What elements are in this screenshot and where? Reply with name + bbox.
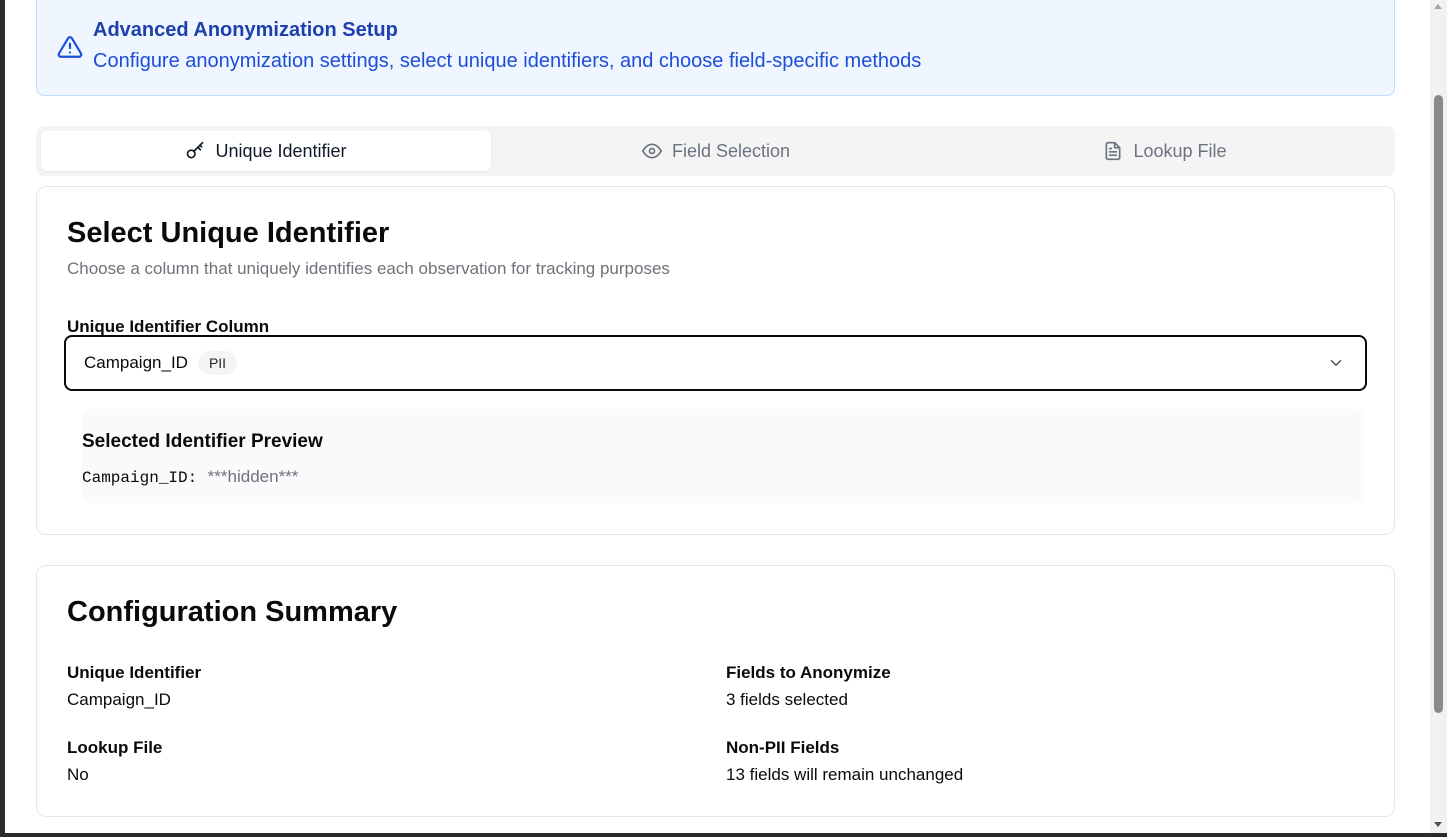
summary-label-non-pii-fields: Non-PII Fields bbox=[726, 738, 840, 757]
preview-key: Campaign_ID: bbox=[82, 469, 198, 487]
field-label: Unique Identifier Column bbox=[67, 317, 270, 336]
summary-value-lookup-file: No bbox=[67, 765, 89, 784]
unique-identifier-select[interactable]: Campaign_ID PII bbox=[64, 335, 1367, 391]
vertical-scrollbar[interactable] bbox=[1430, 0, 1447, 833]
unique-identifier-card: Select Unique Identifier Choose a column… bbox=[36, 186, 1395, 535]
tab-label: Field Selection bbox=[671, 140, 791, 161]
scroll-up-arrow-icon[interactable] bbox=[1434, 4, 1442, 9]
tab-unique-identifier[interactable]: Unique Identifier bbox=[41, 131, 491, 171]
tab-label: Lookup File bbox=[1133, 140, 1227, 161]
card-description: Choose a column that uniquely identifies… bbox=[67, 259, 670, 278]
key-icon bbox=[187, 141, 204, 159]
tab-field-selection[interactable]: Field Selection bbox=[491, 131, 941, 171]
tab-list: Unique Identifier Field Selection Lookup… bbox=[36, 126, 1395, 176]
info-alert: Advanced Anonymization Setup Configure a… bbox=[36, 0, 1395, 96]
alert-description: Configure anonymization settings, select… bbox=[93, 50, 922, 72]
summary-value-unique-identifier: Campaign_ID bbox=[67, 690, 171, 709]
identifier-preview: Selected Identifier Preview Campaign_ID:… bbox=[82, 409, 1364, 503]
scroll-down-arrow-icon[interactable] bbox=[1434, 822, 1442, 827]
preview-line: Campaign_ID: ***hidden*** bbox=[82, 467, 298, 487]
scroll-thumb[interactable] bbox=[1434, 95, 1443, 713]
summary-label-lookup-file: Lookup File bbox=[67, 738, 163, 757]
card-title: Select Unique Identifier bbox=[67, 217, 390, 249]
tab-lookup-file[interactable]: Lookup File bbox=[940, 131, 1390, 171]
summary-value-non-pii-fields: 13 fields will remain unchanged bbox=[726, 765, 964, 784]
tab-label: Unique Identifier bbox=[215, 140, 347, 161]
summary-label-unique-identifier: Unique Identifier bbox=[67, 663, 202, 682]
configuration-summary-card: Configuration Summary Unique Identifier … bbox=[36, 565, 1395, 817]
card-title: Configuration Summary bbox=[67, 596, 398, 628]
eye-icon bbox=[641, 143, 662, 159]
summary-label-fields-to-anonymize: Fields to Anonymize bbox=[726, 663, 891, 682]
chevron-down-icon bbox=[1330, 360, 1342, 366]
alert-title: Advanced Anonymization Setup bbox=[93, 19, 398, 41]
app-window: Advanced Anonymization Setup Configure a… bbox=[0, 0, 1447, 837]
summary-value-fields-to-anonymize: 3 fields selected bbox=[726, 690, 848, 709]
preview-value: ***hidden*** bbox=[207, 467, 299, 486]
pii-badge: PII bbox=[197, 351, 238, 375]
preview-title: Selected Identifier Preview bbox=[82, 431, 323, 452]
file-text-icon bbox=[1105, 141, 1121, 161]
select-value: Campaign_ID bbox=[84, 353, 188, 372]
preview-inner: Selected Identifier Preview Campaign_ID:… bbox=[82, 409, 1364, 503]
warning-triangle-icon bbox=[57, 36, 83, 58]
